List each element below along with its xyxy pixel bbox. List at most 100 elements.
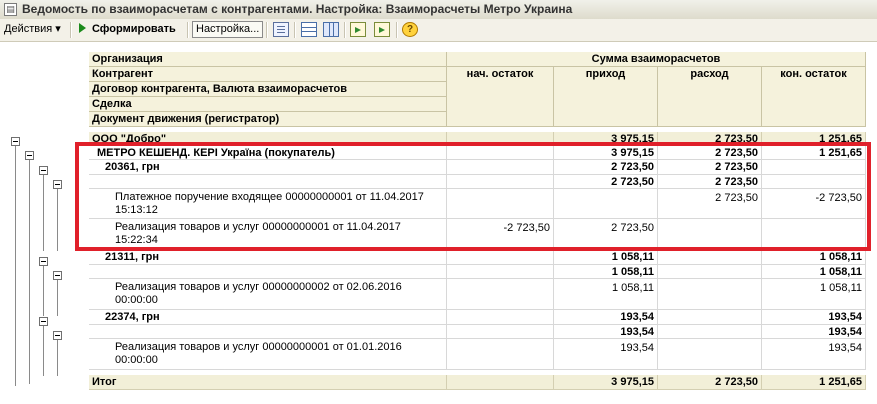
row-deal-label <box>89 265 447 279</box>
cell-out <box>658 339 762 370</box>
toolbar-separator <box>266 22 268 38</box>
row-contract-label: 21311, грн <box>89 250 447 265</box>
report-sheet: Организация Контрагент Договор контраген… <box>0 42 877 404</box>
cell-out <box>658 250 762 265</box>
total-end: 1 251,65 <box>762 375 866 390</box>
cell-in: 1 058,11 <box>554 279 658 310</box>
toolbar-separator <box>344 22 346 38</box>
expand-groups-icon[interactable] <box>350 22 366 37</box>
cell-out <box>658 219 762 250</box>
cell-start <box>447 175 554 189</box>
cell-in: 2 723,50 <box>554 160 658 175</box>
collapse-deal-22374-button[interactable] <box>53 331 62 340</box>
settings-button[interactable]: Настройка... <box>192 21 264 38</box>
header-col-end: кон. остаток <box>762 67 866 127</box>
cell-start <box>447 310 554 325</box>
actions-label: Действия <box>4 23 53 35</box>
cell-end: 1 058,11 <box>762 265 866 279</box>
cell-in <box>554 189 658 219</box>
cell-out: 2 723,50 <box>658 189 762 219</box>
cell-start <box>447 132 554 146</box>
cell-in: 3 975,15 <box>554 146 658 160</box>
cell-out <box>658 310 762 325</box>
collapse-groups-icon[interactable] <box>374 22 390 37</box>
cell-out: 2 723,50 <box>658 146 762 160</box>
toolbar-separator <box>396 22 398 38</box>
toolbar-separator <box>294 22 296 38</box>
collapse-contract-22374-button[interactable] <box>39 317 48 326</box>
cell-out: 2 723,50 <box>658 132 762 146</box>
header-deal: Сделка <box>89 97 447 112</box>
header-organization: Организация <box>89 52 447 67</box>
row-contract-label: 22374, грн <box>89 310 447 325</box>
tree-line <box>57 336 58 376</box>
run-label: Сформировать <box>92 23 176 35</box>
play-icon <box>79 23 86 33</box>
total-label: Итог <box>89 375 447 390</box>
header-counterparty: Контрагент <box>89 67 447 82</box>
actions-menu[interactable]: Действия ▾ <box>4 21 61 38</box>
cell-start <box>447 250 554 265</box>
report-icon: ▤ <box>4 3 17 16</box>
cell-start <box>447 160 554 175</box>
tree-line <box>29 156 30 384</box>
tree-line <box>57 185 58 251</box>
row-document-label[interactable]: Реализация товаров и услуг 00000000001 о… <box>89 339 447 370</box>
cell-end: 193,54 <box>762 325 866 339</box>
cell-end: 193,54 <box>762 310 866 325</box>
header-col-out: расход <box>658 67 762 127</box>
help-icon[interactable]: ? <box>402 22 418 37</box>
cell-end <box>762 175 866 189</box>
header-amount-group: Сумма взаиморасчетов <box>447 52 866 67</box>
columns-view-icon[interactable] <box>323 22 339 37</box>
cell-in: 1 058,11 <box>554 250 658 265</box>
cell-in: 2 723,50 <box>554 219 658 250</box>
cell-end: 1 251,65 <box>762 132 866 146</box>
collapse-counterparty-button[interactable] <box>25 151 34 160</box>
tree-line <box>15 142 16 386</box>
run-report-button[interactable]: Сформировать <box>79 21 176 38</box>
toolbar-separator <box>70 22 72 38</box>
tree-line <box>43 171 44 251</box>
cell-out <box>658 265 762 279</box>
window-title: Ведомость по взаиморасчетам с контрагент… <box>22 2 573 16</box>
header-toggle-icon[interactable] <box>273 22 289 37</box>
collapse-org-button[interactable] <box>11 137 20 146</box>
cell-out <box>658 325 762 339</box>
tree-line <box>43 262 44 316</box>
cell-start <box>447 325 554 339</box>
row-contract-label: 20361, грн <box>89 160 447 175</box>
cell-out: 2 723,50 <box>658 175 762 189</box>
cell-end: 1 058,11 <box>762 279 866 310</box>
total-in: 3 975,15 <box>554 375 658 390</box>
row-document-label[interactable]: Реализация товаров и услуг 00000000002 о… <box>89 279 447 310</box>
table-view-icon[interactable] <box>301 22 317 37</box>
row-document-label[interactable]: Платежное поручение входящее 00000000001… <box>89 189 447 219</box>
total-out: 2 723,50 <box>658 375 762 390</box>
cell-end: 1 058,11 <box>762 250 866 265</box>
cell-start: -2 723,50 <box>447 219 554 250</box>
row-counterparty-label: МЕТРО КЕШЕНД. КЕРІ Україна (покупатель) <box>89 146 447 160</box>
cell-in: 3 975,15 <box>554 132 658 146</box>
cell-in: 193,54 <box>554 310 658 325</box>
tree-line <box>57 276 58 316</box>
cell-out: 2 723,50 <box>658 160 762 175</box>
toolbar-separator <box>187 22 189 38</box>
collapse-deal-21311-button[interactable] <box>53 271 62 280</box>
toolbar: Действия ▾ Сформировать Настройка... ? <box>0 19 877 42</box>
cell-end <box>762 160 866 175</box>
cell-start <box>447 265 554 279</box>
tree-line <box>43 322 44 376</box>
row-document-label[interactable]: Реализация товаров и услуг 00000000001 о… <box>89 219 447 250</box>
cell-end <box>762 219 866 250</box>
dropdown-arrow-icon: ▾ <box>55 23 61 35</box>
collapse-contract-21311-button[interactable] <box>39 257 48 266</box>
row-deal-label <box>89 175 447 189</box>
cell-out <box>658 279 762 310</box>
header-document: Документ движения (регистратор) <box>89 112 447 127</box>
cell-end: 1 251,65 <box>762 146 866 160</box>
collapse-contract-20361-button[interactable] <box>39 166 48 175</box>
total-start <box>447 375 554 390</box>
collapse-deal-20361-button[interactable] <box>53 180 62 189</box>
row-organization-label: ООО "Добро" <box>89 132 447 146</box>
